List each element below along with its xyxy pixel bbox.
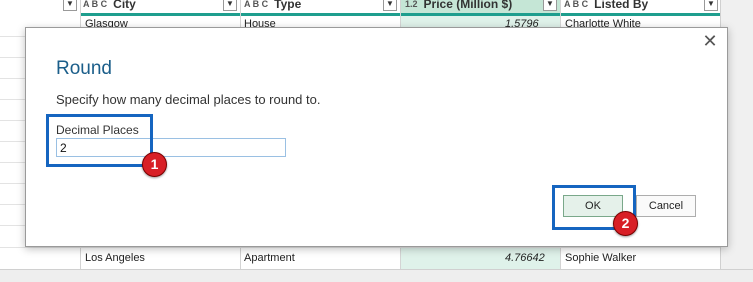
header-city-label: City [113, 0, 136, 11]
decimal-places-highlight [46, 114, 153, 167]
close-icon[interactable]: ✕ [702, 32, 718, 50]
col0-filter-dropdown[interactable]: ▼ [63, 0, 77, 11]
header-city[interactable]: A B C City [83, 0, 136, 13]
horizontal-scrollbar[interactable] [0, 269, 753, 282]
step-1-badge: 1 [142, 152, 167, 177]
header-listed-by[interactable]: A B C Listed By [564, 0, 648, 13]
cell-type[interactable]: Apartment [244, 252, 295, 264]
text-type-icon: A B C [564, 0, 589, 9]
header-type-label: Type [274, 0, 302, 11]
text-type-icon: A B C [83, 0, 108, 9]
header-type[interactable]: A B C Type [244, 0, 301, 13]
header-price[interactable]: 1.2 Price (Million $) [405, 0, 512, 13]
row-divider [0, 247, 720, 248]
step-2-badge: 2 [613, 211, 638, 236]
dialog-description: Specify how many decimal places to round… [56, 92, 321, 107]
type-filter-dropdown[interactable]: ▼ [383, 0, 397, 11]
dialog-title: Round [56, 58, 112, 79]
price-filter-dropdown[interactable]: ▼ [543, 0, 557, 11]
decimal-type-icon: 1.2 [405, 0, 418, 9]
cell-listed-by[interactable]: Sophie Walker [565, 252, 636, 264]
header-price-label: Price (Million $) [423, 0, 513, 11]
cancel-button[interactable]: Cancel [636, 195, 696, 217]
listed-by-filter-dropdown[interactable]: ▼ [704, 0, 718, 11]
cell-city[interactable]: Los Angeles [85, 252, 145, 264]
header-listed-by-label: Listed By [594, 0, 649, 11]
city-filter-dropdown[interactable]: ▼ [223, 0, 237, 11]
cell-price[interactable]: 4.76642 [505, 252, 545, 264]
text-type-icon: A B C [244, 0, 269, 9]
